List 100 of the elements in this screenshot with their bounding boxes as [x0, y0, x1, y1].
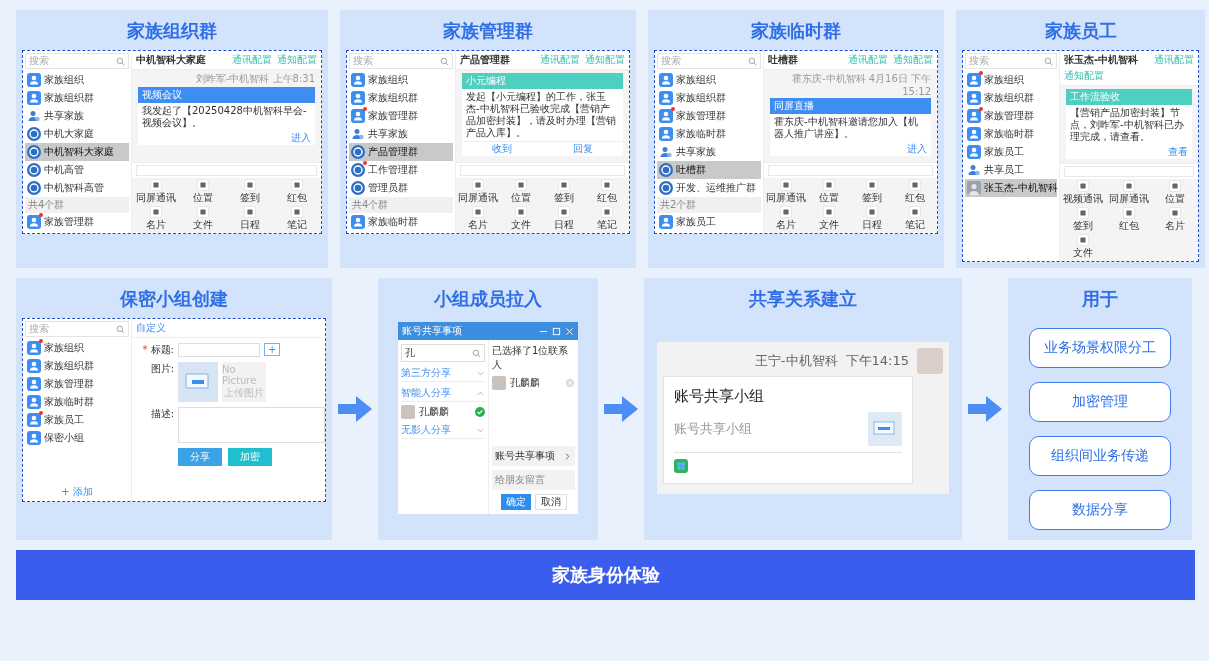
sidebar-item[interactable]: 家族管理群 [657, 107, 761, 125]
sidebar-item[interactable]: 家族组织 [965, 71, 1057, 89]
avatar-placeholder [401, 405, 415, 419]
tool-icon[interactable] [1123, 180, 1135, 192]
sidebar-item[interactable]: 家族组织 [25, 71, 129, 89]
group-icon [351, 215, 365, 229]
group-icon [967, 127, 981, 141]
sidebar-item[interactable]: 家族组织群 [25, 357, 129, 375]
tool-icon[interactable] [514, 206, 527, 218]
sidebar-item[interactable]: 家族临时群 [25, 393, 129, 411]
tab[interactable]: 自定义 [132, 319, 325, 338]
sidebar-item[interactable]: 家族员工 [965, 143, 1057, 161]
sidebar-item[interactable]: 共享家族 [349, 125, 453, 143]
tool-icon[interactable] [291, 179, 304, 191]
panel-title: 小组成员拉入 [434, 287, 542, 311]
sidebar-item[interactable]: 共享家族 [25, 107, 129, 125]
tool-icon[interactable] [1077, 180, 1089, 192]
tool-icon[interactable] [866, 179, 879, 191]
tool-icon[interactable] [866, 206, 879, 218]
sidebar-item[interactable]: 家族组织 [657, 71, 761, 89]
tool-icon[interactable] [1123, 207, 1135, 219]
tool-label: 同屏通讯 [765, 191, 806, 205]
sidebar-item[interactable]: 家族组织 [25, 339, 129, 357]
avatar-placeholder [917, 348, 943, 374]
cancel-button[interactable]: 取消 [534, 494, 567, 510]
enter-link[interactable]: 进入 [291, 132, 311, 143]
card-button[interactable]: 收到 [462, 142, 543, 156]
use-case-tag: 业务场景权限分工 [1029, 328, 1171, 368]
sidebar-item[interactable]: 家族组织群 [349, 89, 453, 107]
tool-icon[interactable] [822, 206, 835, 218]
sidebar-item[interactable]: 家族组织群 [657, 89, 761, 107]
card-button[interactable]: 回复 [542, 142, 623, 156]
sidebar-item[interactable]: 家族管理群 [965, 107, 1057, 125]
group-icon [967, 73, 981, 87]
sidebar-item[interactable]: 共享员工 [965, 161, 1057, 179]
sidebar-item[interactable]: 家族组织 [349, 71, 453, 89]
tool-icon[interactable] [196, 179, 209, 191]
sidebar-item[interactable]: 家族员工 [657, 213, 761, 231]
tool-icon[interactable] [471, 206, 484, 218]
sidebar-item[interactable]: 保密小组 [25, 429, 129, 447]
sidebar-item[interactable]: 家族管理群 [25, 375, 129, 393]
tool-icon[interactable] [514, 179, 527, 191]
close-icon[interactable] [565, 326, 574, 336]
tool-icon[interactable] [601, 179, 614, 191]
group-icon [659, 73, 673, 87]
description-input[interactable] [178, 407, 325, 443]
tool-icon[interactable] [471, 179, 484, 191]
tool-icon[interactable] [1077, 234, 1089, 246]
sidebar-item[interactable]: 中机智科大家庭 [25, 143, 129, 161]
sidebar-item[interactable]: 共享家族 [657, 143, 761, 161]
sidebar-item[interactable]: 家族管理群 [349, 107, 453, 125]
add-link[interactable]: + 添加 [25, 485, 129, 499]
sidebar-item[interactable]: 管理员群 [349, 179, 453, 197]
tool-icon[interactable] [196, 206, 209, 218]
tool-icon[interactable] [1077, 207, 1089, 219]
check-icon[interactable] [475, 407, 485, 417]
group-header[interactable]: 无影人分享 [401, 422, 485, 439]
sidebar-item[interactable]: 吐槽群 [657, 161, 761, 179]
tool-icon[interactable] [1169, 207, 1181, 219]
sidebar-item[interactable]: 中机智科高管 [25, 179, 129, 197]
search-field[interactable]: 孔 [401, 344, 485, 362]
panel-title: 家族管理群 [443, 19, 533, 43]
app-icon [674, 459, 688, 473]
group-header[interactable]: 第三方分享 [401, 365, 485, 382]
tool-icon[interactable] [244, 179, 257, 191]
matter-row[interactable]: 账号共享事项 [492, 446, 575, 466]
tool-icon[interactable] [149, 206, 162, 218]
sidebar-item[interactable]: 开发、运维推广群 [657, 179, 761, 197]
sidebar-item[interactable]: 张玉杰-中机智科 [965, 179, 1057, 197]
sidebar-item[interactable]: 家族管理群 [25, 213, 129, 231]
tool-icon[interactable] [558, 206, 571, 218]
sidebar-item[interactable]: 家族临时群 [657, 125, 761, 143]
sidebar-item[interactable]: 家族组织群 [25, 89, 129, 107]
tool-icon[interactable] [822, 179, 835, 191]
sidebar-item[interactable]: 产品管理群 [349, 143, 453, 161]
tool-icon[interactable] [1169, 180, 1181, 192]
tool-icon[interactable] [244, 206, 257, 218]
sidebar-item[interactable]: 家族员工 [25, 411, 129, 429]
sidebar-item[interactable]: 中机大家庭 [25, 125, 129, 143]
group-icon [27, 341, 41, 355]
share-card[interactable]: 账号共享小组 账号共享小组 [663, 376, 913, 484]
sidebar-item[interactable]: 家族组织群 [965, 89, 1057, 107]
enter-link[interactable]: 查看 [1168, 146, 1188, 157]
tool-icon[interactable] [909, 206, 922, 218]
tool-icon[interactable] [558, 179, 571, 191]
tool-icon[interactable] [909, 179, 922, 191]
sidebar-item[interactable]: 中机高管 [25, 161, 129, 179]
search-icon [472, 348, 481, 358]
enter-link[interactable]: 进入 [907, 143, 927, 154]
sidebar-item[interactable]: 家族临时群 [965, 125, 1057, 143]
tool-icon[interactable] [601, 206, 614, 218]
title-input[interactable] [178, 343, 260, 357]
sidebar-item[interactable]: 家族临时群 [349, 213, 453, 231]
sidebar-item[interactable]: 工作管理群 [349, 161, 453, 179]
maximize-icon[interactable] [552, 326, 561, 336]
tool-icon[interactable] [291, 206, 304, 218]
tool-icon[interactable] [779, 179, 792, 191]
tool-icon[interactable] [149, 179, 162, 191]
group-header[interactable]: 智能人分享 [401, 385, 485, 402]
tool-icon[interactable] [779, 206, 792, 218]
